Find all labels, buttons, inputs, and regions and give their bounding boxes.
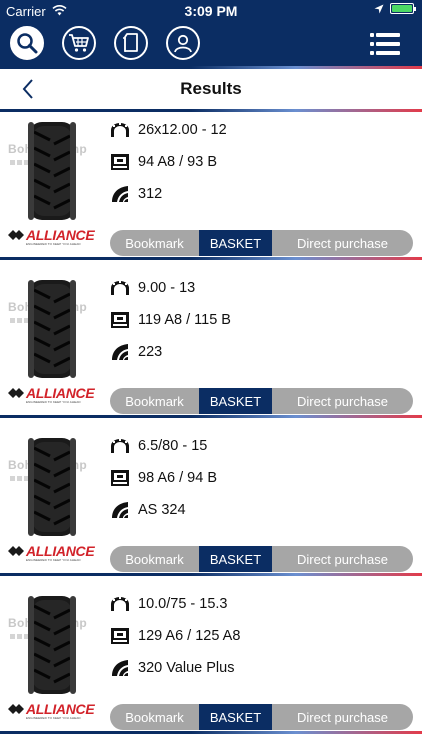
action-buttons: Bookmark BASKET Direct purchase	[110, 704, 413, 730]
documents-tab[interactable]	[114, 26, 148, 60]
load-index: 129 A6 / 125 A8	[138, 628, 241, 644]
tread-pattern-icon	[112, 344, 128, 360]
basket-button[interactable]: BASKET	[199, 546, 272, 572]
action-buttons: Bookmark BASKET Direct purchase	[110, 230, 413, 256]
bookmark-button[interactable]: Bookmark	[110, 230, 199, 256]
tire-size-icon	[111, 439, 129, 453]
tire-image	[28, 438, 76, 536]
card-divider	[0, 257, 422, 260]
tire-size-row: 26x12.00 - 12	[110, 118, 227, 142]
basket-button[interactable]: BASKET	[199, 230, 272, 256]
location-arrow-icon	[374, 4, 384, 13]
battery-icon	[390, 3, 416, 14]
user-icon	[174, 34, 192, 53]
action-buttons: Bookmark BASKET Direct purchase	[110, 546, 413, 572]
brand-logo: ALLIANCE ENGINEERED TO KEEP YOU AHEAD	[8, 228, 95, 246]
load-index-row: 94 A8 / 93 B	[110, 150, 217, 174]
tread-pattern-icon	[112, 186, 128, 202]
card-divider	[0, 731, 422, 734]
load-index-icon	[111, 628, 129, 644]
menu-button[interactable]	[370, 32, 400, 61]
card-divider	[0, 415, 422, 418]
tread-pattern-row: AS 324	[110, 498, 186, 522]
direct-purchase-button[interactable]: Direct purchase	[272, 704, 413, 730]
brand-logo: ALLIANCE ENGINEERED TO KEEP YOU AHEAD	[8, 544, 95, 562]
tire-size: 9.00 - 13	[138, 280, 196, 296]
cart-tab[interactable]	[62, 26, 96, 60]
load-index-row: 129 A6 / 125 A8	[110, 624, 240, 648]
cart-icon	[69, 34, 89, 52]
tread-pattern-row: 223	[110, 340, 162, 364]
result-card: Bohnenkamp ALLIANCE ENGINEERED TO KEEP Y…	[0, 270, 422, 415]
alliance-logo-icon	[8, 388, 24, 398]
tread-pattern: 320 Value Plus	[138, 660, 235, 676]
bookmark-button[interactable]: Bookmark	[110, 388, 199, 414]
tire-size-row: 10.0/75 - 15.3	[110, 592, 228, 616]
tire-size: 6.5/80 - 15	[138, 438, 208, 454]
search-tab[interactable]	[10, 26, 44, 60]
load-index-row: 98 A6 / 94 B	[110, 466, 217, 490]
account-tab[interactable]	[166, 26, 200, 60]
alliance-logo-icon	[8, 546, 24, 556]
brand-logo: ALLIANCE ENGINEERED TO KEEP YOU AHEAD	[8, 386, 95, 404]
tire-size: 10.0/75 - 15.3	[138, 596, 228, 612]
direct-purchase-button[interactable]: Direct purchase	[272, 546, 413, 572]
tire-image	[28, 122, 76, 220]
alliance-logo-icon	[8, 230, 24, 240]
bookmark-button[interactable]: Bookmark	[110, 704, 199, 730]
tire-size-icon	[111, 123, 129, 137]
tread-pattern: 223	[138, 344, 163, 360]
bookmark-button[interactable]: Bookmark	[110, 546, 199, 572]
brand-logo: ALLIANCE ENGINEERED TO KEEP YOU AHEAD	[8, 702, 95, 720]
result-card: Bohnenkamp ALLIANCE ENGINEERED TO KEEP Y…	[0, 428, 422, 573]
load-index-row: 119 A8 / 115 B	[110, 308, 231, 332]
search-icon	[17, 33, 38, 54]
tire-size: 26x12.00 - 12	[138, 122, 227, 138]
tread-pattern-row: 320 Value Plus	[110, 656, 234, 680]
tire-image	[28, 280, 76, 378]
tread-pattern: AS 324	[138, 502, 186, 518]
result-card: Bohnenkamp ALLIANCE ENGINEERED TO KEEP Y…	[0, 586, 422, 731]
load-index: 94 A8 / 93 B	[138, 154, 218, 170]
status-right	[374, 3, 416, 14]
load-index-icon	[111, 470, 129, 486]
title-bar: Results	[0, 69, 422, 109]
tread-pattern-icon	[112, 660, 128, 676]
basket-button[interactable]: BASKET	[199, 704, 272, 730]
list-menu-icon	[370, 33, 400, 55]
card-divider	[0, 573, 422, 576]
load-index-icon	[111, 312, 129, 328]
direct-purchase-button[interactable]: Direct purchase	[272, 388, 413, 414]
tire-size-row: 9.00 - 13	[110, 276, 195, 300]
action-buttons: Bookmark BASKET Direct purchase	[110, 388, 413, 414]
top-navigation	[0, 22, 422, 66]
basket-button[interactable]: BASKET	[199, 388, 272, 414]
direct-purchase-button[interactable]: Direct purchase	[272, 230, 413, 256]
tire-size-icon	[111, 281, 129, 295]
clock: 3:09 PM	[184, 3, 238, 19]
alliance-logo-icon	[8, 704, 24, 714]
tread-pattern-row: 312	[110, 182, 162, 206]
tread-pattern: 312	[138, 186, 163, 202]
tire-size-icon	[111, 597, 129, 611]
result-card: Bohnenkamp ALLIANCE ENGINEERED TO KEEP Y…	[0, 112, 422, 257]
status-bar: Carrier 3:09 PM	[0, 0, 422, 22]
load-index-icon	[111, 154, 129, 170]
tread-pattern-icon	[112, 502, 128, 518]
tire-image	[28, 596, 76, 694]
load-index: 119 A8 / 115 B	[138, 312, 231, 328]
page-title: Results	[180, 79, 242, 98]
load-index: 98 A6 / 94 B	[138, 470, 218, 486]
tire-size-row: 6.5/80 - 15	[110, 434, 207, 458]
document-icon	[123, 33, 138, 52]
